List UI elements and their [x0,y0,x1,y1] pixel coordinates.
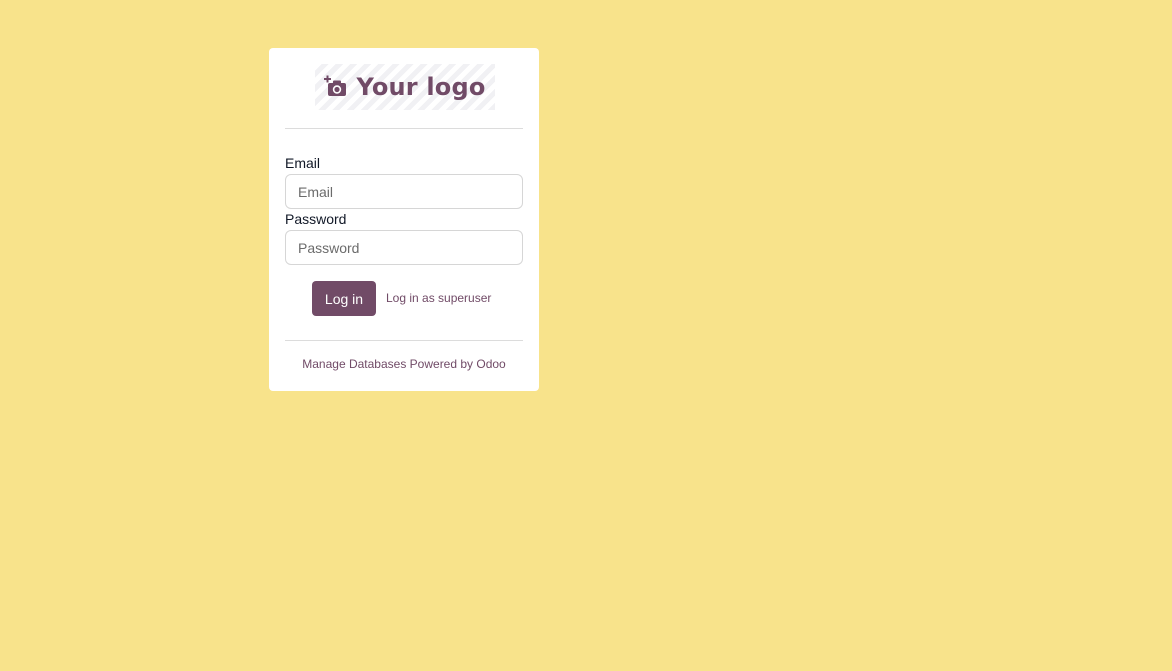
footer: Manage Databases Powered by Odoo [269,357,539,371]
top-divider [285,128,523,129]
password-input[interactable] [285,230,523,265]
login-button[interactable]: Log in [312,281,376,316]
superuser-login-link[interactable]: Log in as superuser [386,291,491,305]
email-input[interactable] [285,174,523,209]
manage-databases-link[interactable]: Manage Databases [302,357,406,371]
company-logo[interactable]: Your logo [315,64,495,110]
camera-plus-icon [324,75,348,99]
powered-by-odoo-link[interactable]: Powered by Odoo [410,357,506,371]
logo-text: Your logo [356,73,486,101]
email-label: Email [285,155,321,171]
login-card: Your logo Email Password Log in Log in a… [269,48,539,391]
bottom-divider [285,340,523,341]
password-label: Password [285,211,347,227]
